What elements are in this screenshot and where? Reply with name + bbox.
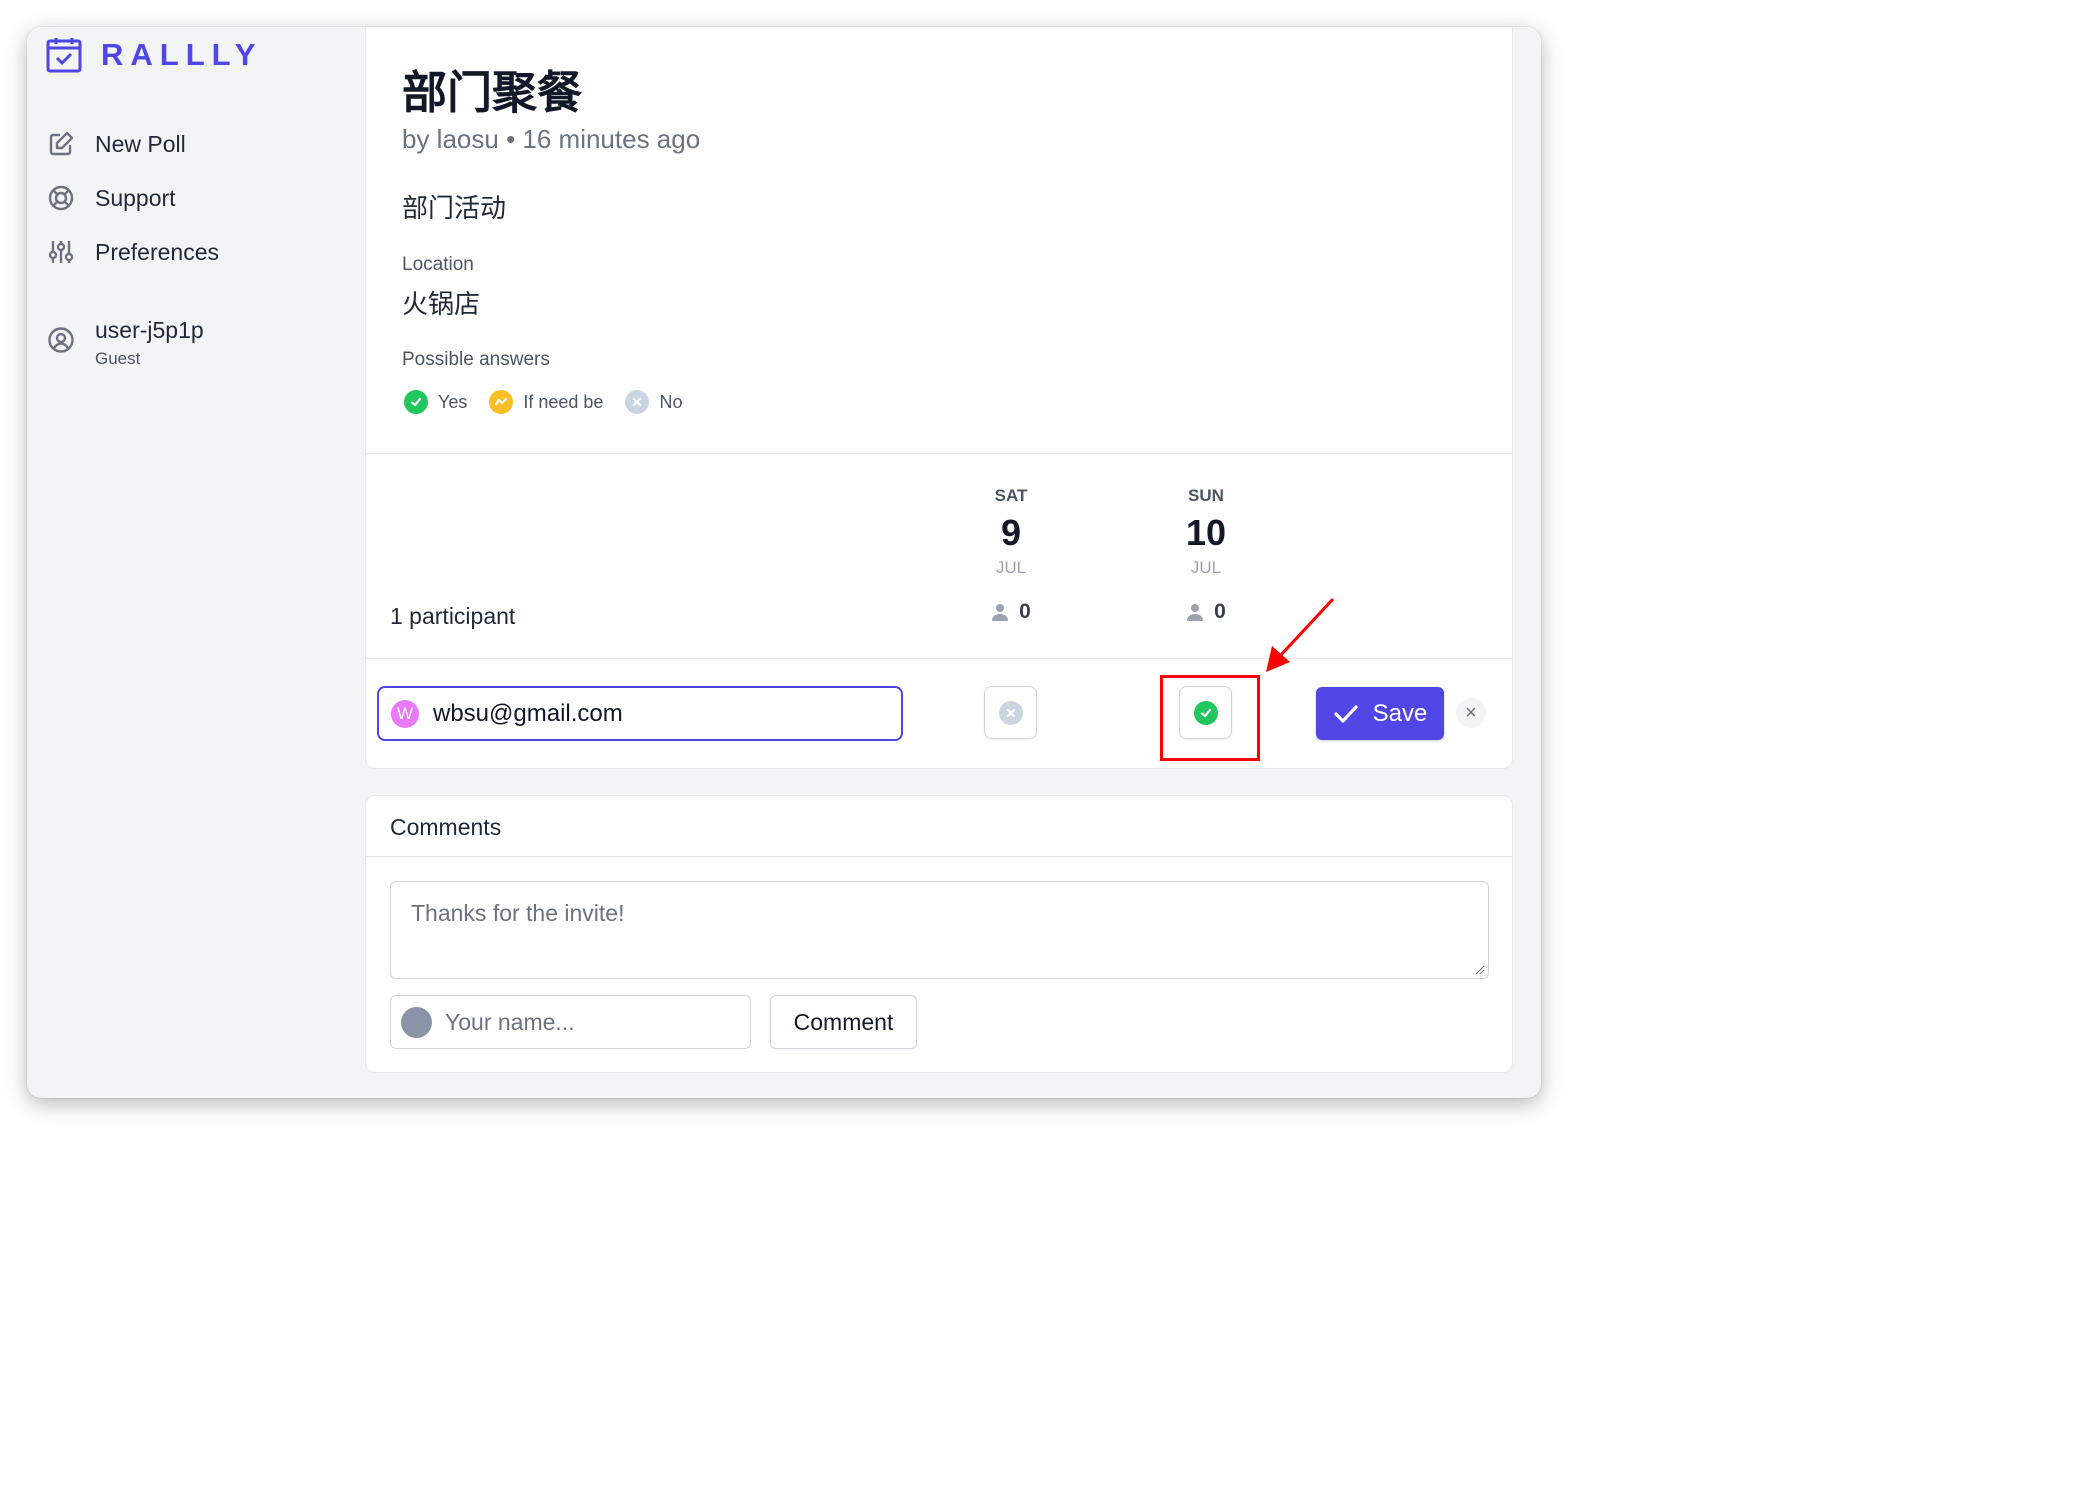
avatar: W (391, 699, 419, 728)
x-circle-icon (625, 390, 650, 414)
sliders-icon (48, 241, 74, 263)
participant-name-value[interactable]: wbsu@gmail.com (433, 700, 623, 728)
option-month: JUL (1190, 558, 1222, 577)
check-circle-icon (404, 390, 428, 414)
logo[interactable]: RALLLY (45, 37, 262, 73)
comment-textarea[interactable]: Thanks for the invite! (390, 881, 1489, 979)
your-name-placeholder: Your name... (445, 1008, 575, 1035)
poll-description: 部门活动 (402, 193, 507, 223)
answer-if-need-be: If need be (489, 390, 603, 414)
sidebar-item-preferences[interactable]: Preferences (47, 235, 219, 269)
ifneedbe-circle-icon (489, 390, 514, 414)
annotation-arrow (1266, 597, 1335, 672)
user-circle-icon (48, 327, 74, 353)
divider (366, 856, 1512, 857)
resize-handle-icon[interactable] (1475, 965, 1485, 975)
participant-name-input[interactable]: W wbsu@gmail.com (377, 686, 903, 741)
pencil-square-icon (49, 131, 74, 156)
sidebar-item-label: Preferences (95, 238, 220, 265)
divider (366, 453, 1512, 454)
participants-count: 1 participant (390, 603, 516, 629)
answer-label: No (659, 391, 683, 412)
your-name-input[interactable]: Your name... (390, 995, 751, 1049)
option-dow: SAT (994, 486, 1028, 505)
option-count: 0 (1019, 600, 1031, 623)
logo-text: RALLLY (101, 37, 263, 72)
option-header-sun: SUN 10 JUL (1156, 486, 1256, 578)
save-button[interactable]: Save (1316, 687, 1444, 740)
option-vote-count: 0 (1156, 600, 1256, 624)
option-dow: SUN (1188, 486, 1224, 505)
sidebar-nav: New Poll Support Preferences (47, 127, 219, 289)
option-header-sat: SAT 9 JUL (961, 486, 1061, 578)
poll-byline: by laosu • 16 minutes ago (402, 124, 701, 154)
location-label: Location (402, 254, 474, 275)
sidebar-item-new-poll[interactable]: New Poll (47, 127, 219, 161)
location-value: 火锅店 (402, 289, 481, 319)
user-name: user-j5p1p (95, 317, 204, 343)
avatar (401, 1006, 432, 1038)
comment-button[interactable]: Comment (770, 995, 917, 1049)
answer-label: If need be (523, 391, 604, 412)
poll-card: 部门聚餐 by laosu • 16 minutes ago 部门活动 Loca… (365, 27, 1513, 769)
vote-toggle-sat[interactable] (984, 686, 1037, 739)
option-count: 0 (1214, 600, 1226, 623)
sidebar-item-label: Support (95, 184, 176, 211)
poll-title: 部门聚餐 (402, 67, 583, 118)
comment-placeholder: Thanks for the invite! (411, 900, 625, 926)
answer-yes: Yes (404, 390, 467, 414)
x-circle-icon (998, 700, 1023, 725)
user-icon (1187, 604, 1204, 621)
option-month: JUL (995, 558, 1027, 577)
answer-no: No (625, 390, 682, 414)
divider (366, 658, 1512, 659)
option-day: 9 (1000, 512, 1022, 553)
app-window: RALLLY New Poll Support Preferences user… (27, 27, 1541, 1098)
option-day: 10 (1185, 512, 1227, 553)
answer-label: Yes (438, 391, 468, 412)
close-icon[interactable]: × (1456, 698, 1486, 728)
sidebar-item-support[interactable]: Support (47, 181, 219, 215)
comments-card: Comments Thanks for the invite! Your nam… (365, 795, 1513, 1073)
lifebuoy-icon (48, 185, 74, 211)
possible-answers: Yes If need be No (404, 390, 704, 414)
check-icon (1334, 704, 1358, 723)
option-vote-count: 0 (961, 600, 1061, 624)
user-info: user-j5p1p Guest (95, 317, 204, 369)
save-label: Save (1372, 699, 1428, 727)
calendar-check-icon (46, 38, 82, 73)
user-menu[interactable]: user-j5p1p Guest (47, 317, 204, 369)
comments-title: Comments (390, 814, 502, 840)
annotation-highlight-box (1160, 675, 1260, 761)
user-role: Guest (95, 349, 141, 368)
user-icon (992, 604, 1009, 621)
possible-answers-label: Possible answers (402, 349, 550, 370)
sidebar-item-label: New Poll (95, 130, 186, 157)
